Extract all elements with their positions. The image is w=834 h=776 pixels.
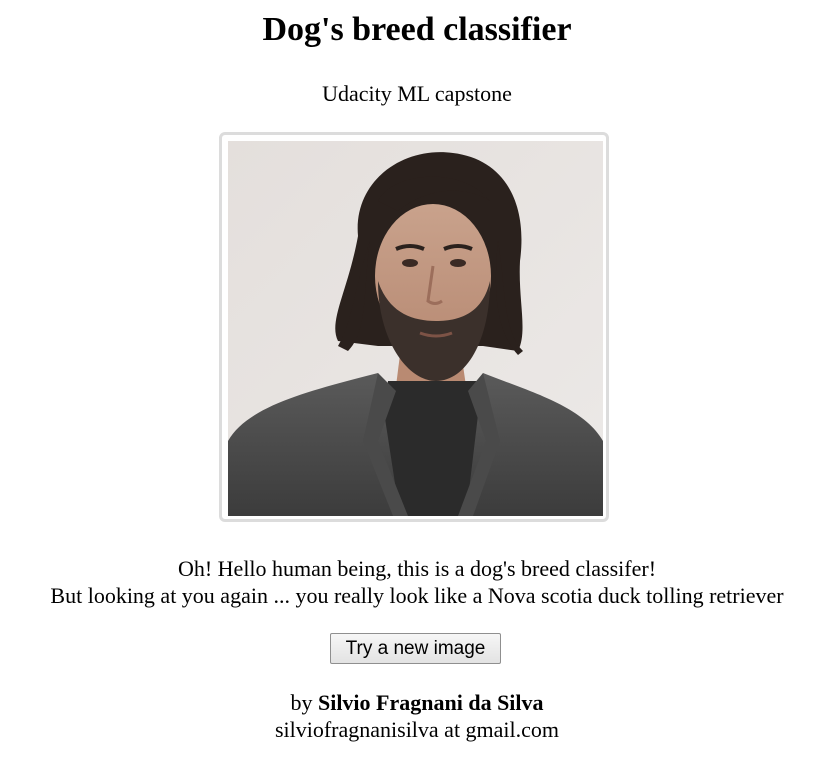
page: Dog's breed classifier Udacity ML capsto… <box>0 0 834 776</box>
result-greeting: Oh! Hello human being, this is a dog's b… <box>177 556 657 581</box>
author-email: silviofragnanisilva at gmail.com <box>274 717 560 742</box>
author-name: Silvio Fragnani da Silva <box>317 690 544 715</box>
classification-result: Oh! Hello human being, this is a dog's b… <box>0 555 834 609</box>
by-prefix: by <box>290 690 313 715</box>
page-title: Dog's breed classifier <box>262 11 572 48</box>
result-breed: But looking at you again ... you really … <box>50 583 784 608</box>
uploaded-image-frame <box>219 132 609 522</box>
try-new-image-button[interactable]: Try a new image <box>330 633 501 664</box>
credits: by Silvio Fragnani da Silva silviofragna… <box>0 689 834 743</box>
uploaded-image <box>228 141 603 516</box>
page-subtitle: Udacity ML capstone <box>322 81 512 106</box>
author-line: by Silvio Fragnani da Silva <box>0 689 834 716</box>
